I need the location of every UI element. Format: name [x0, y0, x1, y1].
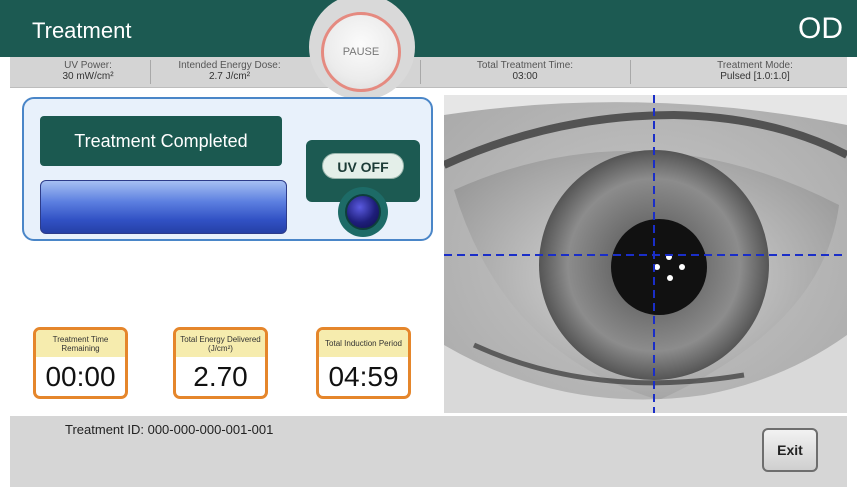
- eye-image: [444, 95, 847, 413]
- exit-button[interactable]: Exit: [762, 428, 818, 472]
- treatment-id: Treatment ID: 000-000-000-001-001: [65, 422, 274, 437]
- pause-button[interactable]: PAUSE: [321, 12, 401, 92]
- metric-value: 00:00: [45, 361, 116, 392]
- uv-power-label: UV Power:: [64, 60, 112, 71]
- treatment-time-label: Total Treatment Time:: [476, 60, 574, 71]
- eye-side-indicator: OD: [798, 12, 843, 45]
- energy-dose-label: Intended Energy Dose:: [178, 60, 281, 71]
- metric-label: Treatment Time Remaining: [36, 330, 125, 357]
- uv-light-icon: [345, 194, 381, 230]
- uv-power-value: 30 mW/cm²: [62, 71, 114, 82]
- eye-camera-view: [444, 95, 847, 413]
- divider: [420, 60, 421, 84]
- page-title: Treatment: [32, 18, 132, 43]
- metric-label: Total Energy Delivered (J/cm²): [176, 330, 265, 357]
- treatment-info-bar: UV Power: 30 mW/cm² Intended Energy Dose…: [10, 57, 847, 88]
- metric-value: 04:59: [328, 361, 399, 392]
- treatment-mode-label: Treatment Mode:: [717, 60, 793, 71]
- metric-value: 2.70: [193, 361, 248, 392]
- divider: [630, 60, 631, 84]
- footer-bar: Treatment ID: 000-000-000-001-001 Exit: [10, 416, 847, 487]
- treatment-time-value: 03:00: [512, 71, 538, 82]
- uv-status-label: UV OFF: [322, 153, 404, 179]
- divider: [150, 60, 151, 84]
- uv-power-info: UV Power: 30 mW/cm²: [43, 60, 133, 82]
- metric-energy-delivered: Total Energy Delivered (J/cm²) 2.70: [173, 327, 268, 399]
- treatment-mode-value: Pulsed [1.0:1.0]: [720, 71, 790, 82]
- metric-time-remaining: Treatment Time Remaining 00:00: [33, 327, 128, 399]
- energy-dose-info: Intended Energy Dose: 2.7 J/cm²: [162, 60, 297, 82]
- metric-label: Total Induction Period: [319, 330, 408, 357]
- treatment-progress-bar: [40, 180, 287, 234]
- treatment-mode-info: Treatment Mode: Pulsed [1.0:1.0]: [690, 60, 820, 82]
- metric-induction-period: Total Induction Period 04:59: [316, 327, 411, 399]
- treatment-status-label: Treatment Completed: [40, 116, 282, 166]
- treatment-status-panel: Treatment Completed UV OFF: [22, 97, 433, 241]
- energy-dose-value: 2.7 J/cm²: [208, 71, 251, 82]
- treatment-time-info: Total Treatment Time: 03:00: [445, 60, 605, 82]
- header-bar: Treatment OD: [0, 0, 857, 57]
